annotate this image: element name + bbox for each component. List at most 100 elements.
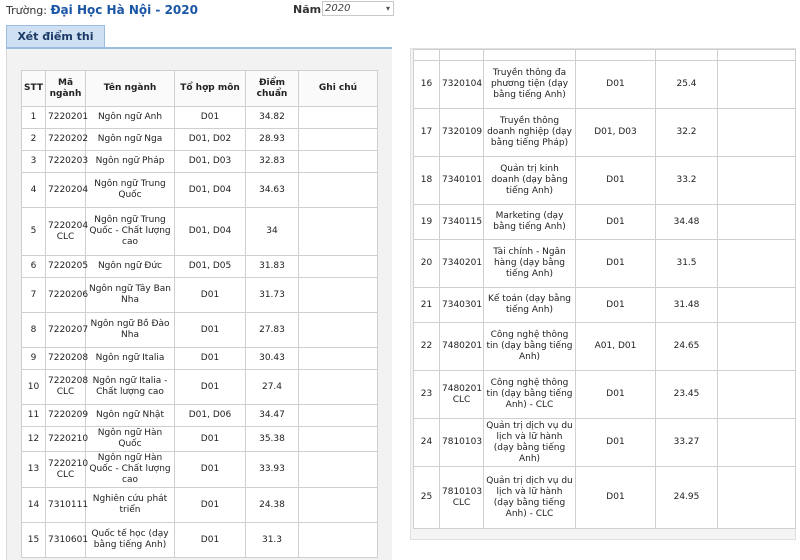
cell-name: Công nghệ thông tin (dạy bằng tiếng Anh)… bbox=[483, 370, 576, 419]
cell-name: Ngôn ngữ Nga bbox=[85, 128, 175, 151]
cell-note bbox=[298, 207, 378, 256]
cell-stt: 8 bbox=[21, 312, 46, 348]
cell-code: 7340301 bbox=[439, 287, 484, 323]
table-row: 4 7220204 Ngôn ngữ Trung Quốc D01, D04 34.63 bbox=[21, 172, 378, 208]
cell-empty bbox=[717, 49, 796, 61]
cell-code: 7220208 CLC bbox=[45, 369, 88, 405]
cell-combo: D01 bbox=[575, 418, 656, 467]
cell-code: 7480201 bbox=[439, 322, 484, 371]
cell-combo: D01 bbox=[575, 204, 656, 240]
cell-code: 7340115 bbox=[439, 204, 484, 240]
cell-combo: D01 bbox=[174, 347, 246, 370]
cell-note bbox=[717, 322, 796, 371]
cell-name: Ngôn ngữ Bồ Đào Nha bbox=[85, 312, 175, 348]
cell-code: 7340201 bbox=[439, 239, 484, 288]
column-header-name: Tên ngành bbox=[85, 70, 175, 107]
cell-stt: 15 bbox=[21, 522, 46, 558]
cell-note bbox=[717, 60, 796, 109]
cell-note bbox=[298, 277, 378, 313]
cell-score: 33.2 bbox=[655, 156, 718, 205]
cell-stt: 17 bbox=[413, 108, 440, 157]
table-row: 12 7220210 Ngôn ngữ Hàn Quốc D01 35.38 bbox=[21, 426, 378, 452]
cell-name: Ngôn ngữ Pháp bbox=[85, 150, 175, 173]
cell-stt: 18 bbox=[413, 156, 440, 205]
cell-stt: 2 bbox=[21, 128, 46, 151]
cell-name: Ngôn ngữ Italia bbox=[85, 347, 175, 370]
cell-score: 34.82 bbox=[245, 106, 299, 129]
cell-note bbox=[298, 128, 378, 151]
cell-stt: 14 bbox=[21, 487, 46, 523]
cell-combo: D01 bbox=[575, 287, 656, 323]
cell-combo: D01 bbox=[575, 60, 656, 109]
cell-name: Ngôn ngữ Hàn Quốc - Chất lượng cao bbox=[85, 451, 175, 488]
cell-note bbox=[717, 108, 796, 157]
cell-code: 7220205 bbox=[45, 255, 88, 278]
column-header-stt: STT bbox=[21, 70, 46, 107]
cell-combo: D01, D03 bbox=[575, 108, 656, 157]
cell-stt: 12 bbox=[21, 426, 46, 452]
cell-note bbox=[298, 487, 378, 523]
cell-score: 24.95 bbox=[655, 466, 718, 529]
year-select-value: 2020 bbox=[325, 3, 351, 14]
cell-name: Quản trị dịch vụ du lịch và lữ hành (dạy… bbox=[483, 466, 576, 529]
cell-note bbox=[298, 369, 378, 405]
cell-empty bbox=[413, 49, 440, 61]
cell-score: 24.38 bbox=[245, 487, 299, 523]
table-row: 21 7340301 Kế toán (dạy bằng tiếng Anh) D01… bbox=[413, 287, 796, 323]
table-row: 14 7310111 Nghiên cứu phát triển D01 24.38 bbox=[21, 487, 378, 523]
table-row: 8 7220207 Ngôn ngữ Bồ Đào Nha D01 27.83 bbox=[21, 312, 378, 348]
cell-code: 7220204 CLC bbox=[45, 207, 88, 256]
cell-stt: 25 bbox=[413, 466, 440, 529]
table-row: 2 7220202 Ngôn ngữ Nga D01, D02 28.93 bbox=[21, 128, 378, 151]
cell-score: 34.48 bbox=[655, 204, 718, 240]
cell-combo: D01 bbox=[174, 426, 246, 452]
cell-code: 7810103 CLC bbox=[439, 466, 484, 529]
year-label: Năm: bbox=[293, 3, 326, 16]
cell-score: 30.43 bbox=[245, 347, 299, 370]
table-row: 20 7340201 Tài chính - Ngân hàng (dạy bằng… bbox=[413, 239, 796, 288]
cell-code: 7310111 bbox=[45, 487, 88, 523]
cell-score: 31.5 bbox=[655, 239, 718, 288]
cell-score: 34.47 bbox=[245, 404, 299, 427]
cell-name: Ngôn ngữ Đức bbox=[85, 255, 175, 278]
cell-stt: 11 bbox=[21, 404, 46, 427]
cell-note bbox=[298, 312, 378, 348]
tab-xet-diem-thi-thpt[interactable]: Xét điểm thi THPT bbox=[6, 25, 105, 65]
cell-note bbox=[298, 404, 378, 427]
column-header-note: Ghi chú bbox=[298, 70, 378, 107]
cell-name: Ngôn ngữ Anh bbox=[85, 106, 175, 129]
cell-name: Ngôn ngữ Tây Ban Nha bbox=[85, 277, 175, 313]
cell-score: 35.38 bbox=[245, 426, 299, 452]
cell-score: 31.73 bbox=[245, 277, 299, 313]
cell-stt: 1 bbox=[21, 106, 46, 129]
cell-note bbox=[717, 204, 796, 240]
cell-note bbox=[717, 239, 796, 288]
cell-note bbox=[298, 255, 378, 278]
cell-stt: 20 bbox=[413, 239, 440, 288]
cell-combo: D01, D02 bbox=[174, 128, 246, 151]
cell-stt: 13 bbox=[21, 451, 46, 488]
cell-combo: D01 bbox=[174, 106, 246, 129]
cell-score: 31.3 bbox=[245, 522, 299, 558]
table-row: 1 7220201 Ngôn ngữ Anh D01 34.82 bbox=[21, 106, 378, 129]
cell-name: Ngôn ngữ Hàn Quốc bbox=[85, 426, 175, 452]
cell-code: 7320104 bbox=[439, 60, 484, 109]
cell-code: 7310601 bbox=[45, 522, 88, 558]
cell-note bbox=[298, 426, 378, 452]
table-row: 23 7480201 CLC Công nghệ thông tin (dạy bằ… bbox=[413, 370, 796, 419]
school-name-link[interactable]: Đại Học Hà Nội - 2020 bbox=[51, 3, 198, 17]
cell-stt: 22 bbox=[413, 322, 440, 371]
cell-score: 24.65 bbox=[655, 322, 718, 371]
cell-combo: D01 bbox=[174, 522, 246, 558]
cell-combo: D01 bbox=[575, 466, 656, 529]
chevron-down-icon: ▾ bbox=[385, 4, 390, 13]
cell-name: Marketing (dạy bằng tiếng Anh) bbox=[483, 204, 576, 240]
cell-note bbox=[717, 156, 796, 205]
table-row: 16 7320104 Truyền thông đa phương tiện (dạ… bbox=[413, 60, 796, 109]
year-select[interactable]: 2020 ▾ bbox=[322, 1, 394, 16]
cell-combo: D01, D05 bbox=[174, 255, 246, 278]
cell-name: Ngôn ngữ Italia - Chất lượng cao bbox=[85, 369, 175, 405]
table-row: 25 7810103 CLC Quản trị dịch vụ du lịch và… bbox=[413, 466, 796, 529]
scores-panel-right: 16 7320104 Truyền thông đa phương tiện (dạ… bbox=[410, 48, 796, 540]
cell-empty bbox=[439, 49, 484, 61]
